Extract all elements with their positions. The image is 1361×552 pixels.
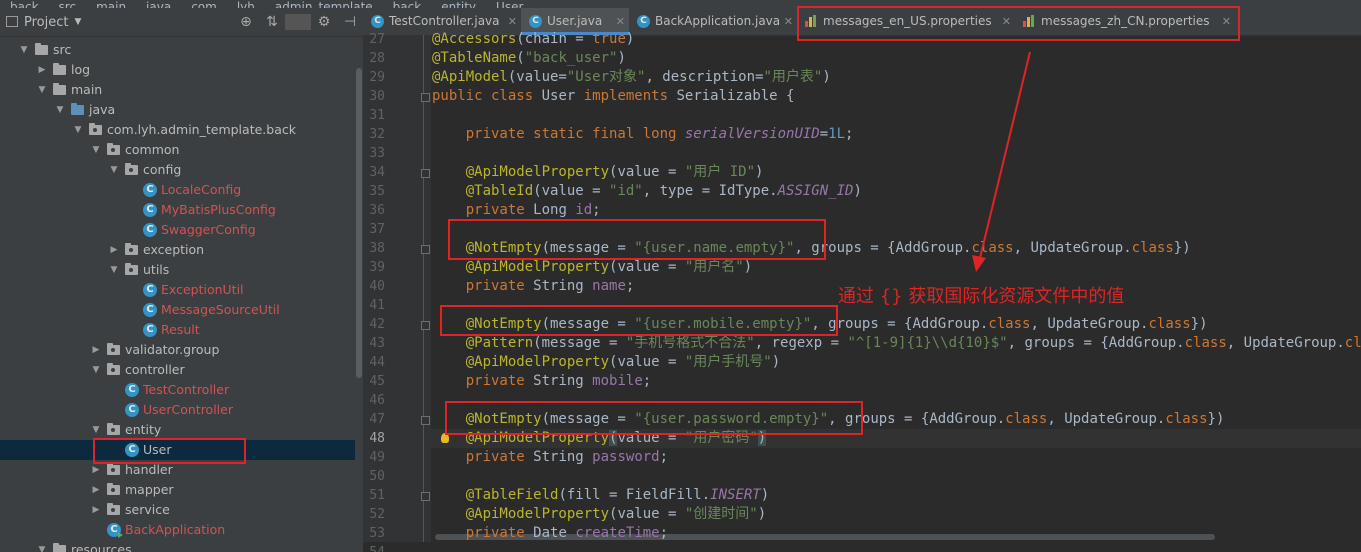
annotation-note: 通过 {} 获取国际化资源文件中的值 [838,286,1125,307]
annotation-arrow [972,51,1031,272]
